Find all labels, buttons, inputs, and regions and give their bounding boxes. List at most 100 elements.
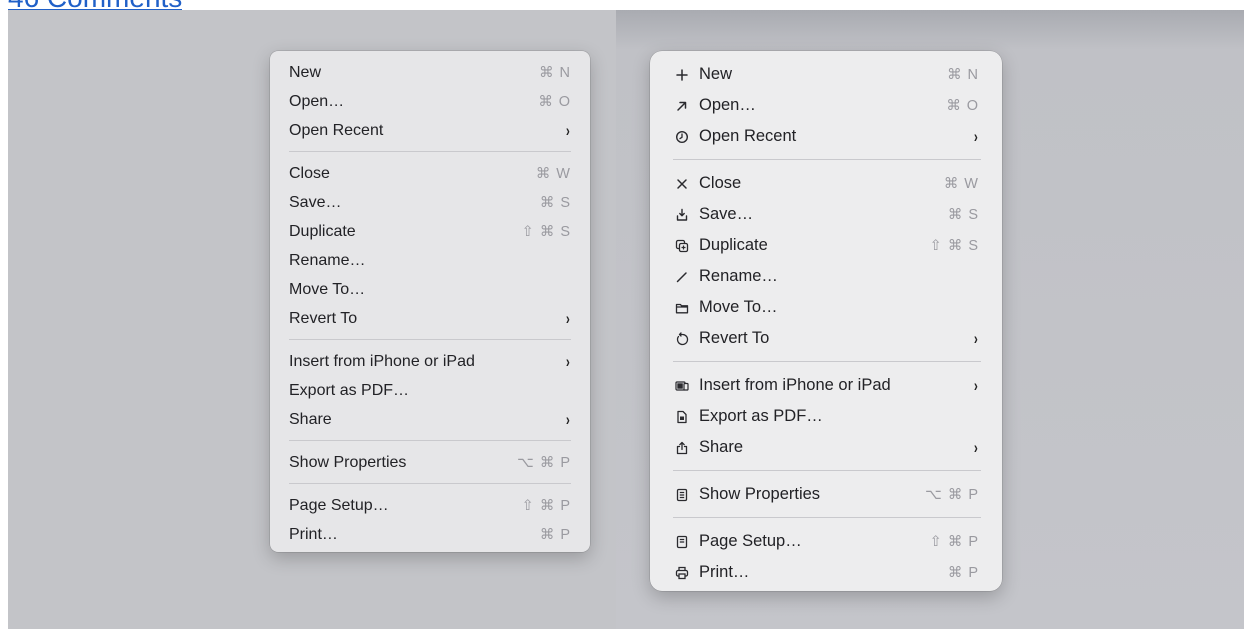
menu-item-open-recent[interactable]: Open Recent › — [270, 116, 590, 145]
menu-item-label: Show Properties — [699, 485, 821, 503]
menu-item-print[interactable]: Print… ⌘ P — [270, 520, 590, 549]
menu-item-label: Share — [699, 438, 744, 456]
chevron-right-icon: › — [974, 437, 979, 457]
menu-item-new[interactable]: New ⌘ N — [650, 59, 1002, 90]
menu-item-label: Print… — [699, 563, 750, 581]
menu-separator — [289, 483, 571, 484]
folder-icon — [675, 301, 699, 315]
menu-separator — [673, 361, 981, 362]
menu-item-revert-to[interactable]: Revert To › — [270, 304, 590, 333]
shortcut-label: ⌥ ⌘ P — [925, 486, 979, 503]
printer-icon — [675, 566, 699, 580]
menu-item-share[interactable]: Share › — [650, 432, 1002, 463]
shortcut-label: ⌘ S — [539, 194, 571, 211]
menu-item-label: Move To… — [289, 280, 366, 298]
pdf-doc-icon — [675, 410, 699, 424]
clock-icon — [675, 130, 699, 144]
duplicate-icon — [675, 239, 699, 253]
menu-item-label: Page Setup… — [699, 532, 802, 550]
menu-item-label: Open… — [289, 92, 345, 110]
menu-item-close[interactable]: Close ⌘ W — [270, 159, 590, 188]
menu-item-label: Revert To — [289, 309, 358, 327]
page-setup-icon — [675, 535, 699, 549]
menu-item-show-properties[interactable]: Show Properties ⌥ ⌘ P — [270, 448, 590, 477]
plus-icon — [675, 68, 699, 82]
menu-item-label: Export as PDF… — [699, 407, 823, 425]
menu-item-insert-from-iphone[interactable]: Insert from iPhone or iPad › — [270, 347, 590, 376]
shortcut-label: ⌘ O — [538, 93, 571, 110]
chevron-right-icon: › — [974, 375, 979, 395]
menu-item-open[interactable]: Open… ⌘ O — [650, 90, 1002, 121]
pencil-icon — [675, 270, 699, 284]
menu-item-label: Rename… — [699, 267, 778, 285]
shortcut-label: ⇧ ⌘ S — [521, 223, 571, 240]
share-icon — [675, 441, 699, 455]
arrow-up-right-icon — [675, 99, 699, 113]
menu-item-page-setup[interactable]: Page Setup… ⇧ ⌘ P — [270, 491, 590, 520]
shortcut-label: ⌘ W — [943, 175, 979, 192]
menu-separator — [289, 339, 571, 340]
menu-item-save[interactable]: Save… ⌘ S — [270, 188, 590, 217]
menu-item-label: Close — [289, 164, 330, 182]
menu-item-label: Save… — [699, 205, 754, 223]
shortcut-label: ⌘ P — [539, 526, 571, 543]
menu-item-close[interactable]: Close ⌘ W — [650, 168, 1002, 199]
menu-separator — [673, 517, 981, 518]
menu-item-move-to[interactable]: Move To… — [270, 275, 590, 304]
shortcut-label: ⇧ ⌘ S — [929, 237, 979, 254]
close-icon — [675, 177, 699, 191]
menu-item-label: Move To… — [699, 298, 778, 316]
menu-item-export-pdf[interactable]: Export as PDF… — [650, 401, 1002, 432]
menu-item-label: Insert from iPhone or iPad — [289, 352, 475, 370]
menu-item-print[interactable]: Print… ⌘ P — [650, 557, 1002, 588]
menu-item-label: Insert from iPhone or iPad — [699, 376, 891, 394]
shortcut-label: ⌘ W — [535, 165, 571, 182]
shortcut-label: ⌘ P — [947, 564, 979, 581]
menu-item-label: Share — [289, 410, 332, 428]
menu-item-rename[interactable]: Rename… — [270, 246, 590, 275]
menu-item-label: Duplicate — [289, 222, 356, 240]
menu-item-label: Open Recent — [699, 127, 797, 145]
chevron-right-icon: › — [974, 328, 979, 348]
menu-item-open-recent[interactable]: Open Recent › — [650, 121, 1002, 152]
menu-separator — [289, 440, 571, 441]
menu-item-share[interactable]: Share › — [270, 405, 590, 434]
menu-item-label: Print… — [289, 525, 338, 543]
menu-item-revert-to[interactable]: Revert To › — [650, 323, 1002, 354]
chevron-right-icon: › — [566, 120, 571, 140]
menu-item-duplicate[interactable]: Duplicate ⇧ ⌘ S — [270, 217, 590, 246]
comments-link[interactable]: 46 Comments — [8, 0, 182, 10]
properties-icon — [675, 488, 699, 502]
menu-item-export-pdf[interactable]: Export as PDF… — [270, 376, 590, 405]
menu-item-label: Rename… — [289, 251, 366, 269]
menu-separator — [673, 159, 981, 160]
menu-item-label: Save… — [289, 193, 342, 211]
menu-item-insert-from-iphone[interactable]: Insert from iPhone or iPad › — [650, 370, 1002, 401]
shortcut-label: ⌘ N — [947, 66, 979, 83]
file-menu-modern: New ⌘ N Open… ⌘ O Open Recent › Close ⌘ … — [650, 51, 1002, 591]
menu-item-label: Revert To — [699, 329, 770, 347]
menu-item-label: Open… — [699, 96, 756, 114]
menu-item-save[interactable]: Save… ⌘ S — [650, 199, 1002, 230]
chevron-right-icon: › — [974, 126, 979, 146]
menu-item-label: Duplicate — [699, 236, 768, 254]
file-menu-classic: New ⌘ N Open… ⌘ O Open Recent › Close ⌘ … — [270, 51, 590, 552]
menu-item-page-setup[interactable]: Page Setup… ⇧ ⌘ P — [650, 526, 1002, 557]
menu-item-label: New — [699, 65, 733, 83]
menu-item-label: Close — [699, 174, 742, 192]
shortcut-label: ⇧ ⌘ P — [521, 497, 571, 514]
shortcut-label: ⌘ S — [947, 206, 979, 223]
revert-icon — [675, 331, 699, 346]
save-icon — [675, 208, 699, 222]
menu-item-label: New — [289, 63, 322, 81]
menu-separator — [289, 151, 571, 152]
menu-item-rename[interactable]: Rename… — [650, 261, 1002, 292]
menu-item-label: Show Properties — [289, 453, 407, 471]
chevron-right-icon: › — [566, 308, 571, 328]
menu-item-show-properties[interactable]: Show Properties ⌥ ⌘ P — [650, 479, 1002, 510]
menu-item-label: Open Recent — [289, 121, 384, 139]
menu-item-new[interactable]: New ⌘ N — [270, 58, 590, 87]
menu-item-duplicate[interactable]: Duplicate ⇧ ⌘ S — [650, 230, 1002, 261]
menu-item-move-to[interactable]: Move To… — [650, 292, 1002, 323]
menu-item-open[interactable]: Open… ⌘ O — [270, 87, 590, 116]
